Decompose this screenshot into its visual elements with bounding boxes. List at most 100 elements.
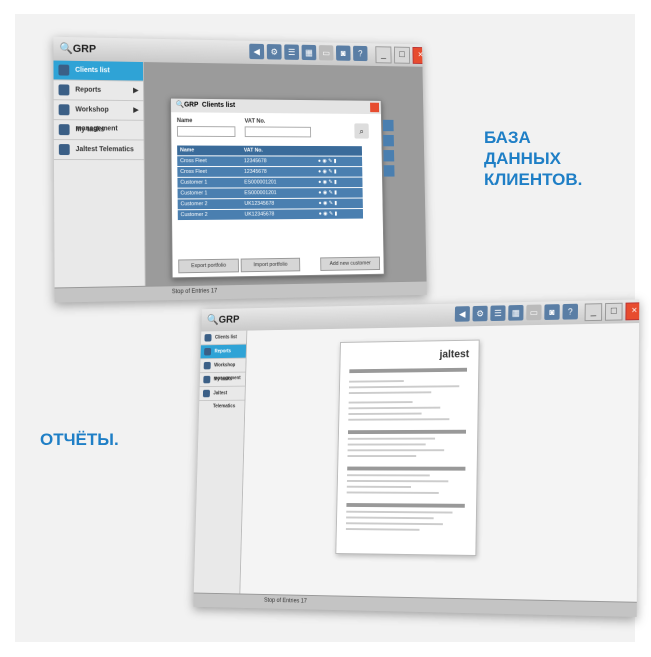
sidebar: Clients list Reports Workshop management… — [193, 330, 248, 595]
sidebar-item-reports[interactable]: Reports — [200, 344, 247, 360]
sidebar-item-reports[interactable]: Reports ▶ — [53, 80, 144, 102]
vat-field[interactable] — [244, 126, 312, 138]
report-line — [347, 443, 426, 446]
report-line — [347, 449, 445, 452]
caption-line: КЛИЕНТОВ. — [484, 170, 583, 189]
report-line — [347, 437, 436, 440]
sidebar-item-telematics[interactable]: Jaltest Telematics — [199, 386, 245, 409]
close-button[interactable]: × — [625, 302, 640, 321]
report-header-bar — [347, 466, 466, 471]
report-line — [348, 385, 460, 389]
report-line — [348, 412, 422, 415]
report-line — [346, 516, 434, 520]
report-line — [348, 401, 413, 404]
clients-list-screenshot: 🔍GRP ◀ ⚙ ☰ ▦ ▭ ◙ ? _ □ × Clients list Re… — [53, 36, 427, 303]
arrow-right-icon: ▶ — [133, 87, 139, 95]
row-actions-icon[interactable]: ● ◉ ✎ ▮ — [315, 208, 364, 219]
report-line — [345, 528, 420, 531]
app-logo: 🔍GRP — [206, 314, 240, 326]
report-header-bar — [346, 503, 465, 508]
report-line — [346, 485, 412, 488]
cell-name: Customer 2 — [177, 198, 242, 210]
column-header-name[interactable]: Name — [177, 145, 242, 156]
report-line — [346, 510, 453, 514]
list-icon[interactable]: ☰ — [490, 305, 506, 322]
window-controls: _ □ × — [584, 302, 640, 322]
window-controls: _ □ × — [375, 46, 427, 65]
help-icon[interactable]: ? — [562, 303, 579, 320]
cell-vat: 12345678 — [241, 155, 316, 167]
sidebar-item-my-tasks[interactable]: My tasks — [53, 120, 144, 141]
sidebar-item-my-tasks[interactable]: My tasks — [199, 372, 246, 388]
sidebar-item-label: Jaltest Telematics — [75, 146, 134, 154]
minimize-button[interactable]: _ — [584, 303, 603, 322]
report-brand: jaltest — [439, 348, 470, 361]
clients-db-caption: БАЗА ДАННЫХ КЛИЕНТОВ. — [484, 127, 582, 190]
clients-icon — [58, 64, 70, 76]
export-portfolio-button[interactable]: Export portfolio — [178, 258, 239, 274]
report-line — [348, 406, 441, 410]
search-icon[interactable]: ⌕ — [354, 123, 369, 139]
maximize-button[interactable]: □ — [604, 302, 623, 321]
table-row[interactable]: Cross Fleet 12345678 ● ◉ ✎ ▮ — [177, 155, 363, 167]
clients-table: Name VAT No. Cross Fleet 12345678 ● ◉ ✎ ▮ … — [177, 145, 364, 221]
speaker-icon[interactable]: ◀ — [454, 306, 470, 322]
add-customer-button[interactable]: Add new customer — [320, 256, 381, 271]
building-icon[interactable]: ▦ — [508, 304, 524, 321]
sidebar-item-clients-list[interactable]: Clients list — [200, 330, 247, 346]
sidebar-item-label: Clients list — [75, 66, 110, 75]
table-row[interactable]: Customer 1 ES000001201 ● ◉ ✎ ▮ — [177, 177, 363, 189]
table-row[interactable]: Cross Fleet 12345678 ● ◉ ✎ ▮ — [177, 166, 363, 178]
row-actions-icon[interactable]: ● ◉ ✎ ▮ — [315, 198, 363, 209]
caption-line: БАЗА — [484, 128, 531, 147]
building-icon[interactable]: ▦ — [301, 44, 317, 61]
camera-icon[interactable]: ◙ — [544, 304, 560, 321]
sidebar-item-label: Clients list — [214, 334, 237, 341]
import-portfolio-button[interactable]: Import portfolio — [240, 257, 301, 273]
row-actions-icon[interactable]: ● ◉ ✎ ▮ — [315, 177, 363, 188]
check-icon[interactable] — [382, 119, 394, 132]
clients-dialog: 🔍GRP Clients list Name VAT No. ⌕ Name VA… — [169, 97, 395, 279]
cell-vat: ES000001201 — [241, 187, 316, 199]
table-row[interactable]: Customer 2 UK12345678 ● ◉ ✎ ▮ — [177, 208, 364, 221]
gear-icon[interactable]: ⚙ — [266, 44, 282, 60]
toolbar: ◀ ⚙ ☰ ▦ ▭ ◙ ? — [249, 43, 368, 62]
dialog-title: 🔍GRP Clients list — [170, 98, 381, 115]
clients-icon — [204, 334, 212, 342]
dialog-close-button[interactable] — [370, 102, 380, 113]
row-actions-icon[interactable]: ● ◉ ✎ ▮ — [315, 187, 363, 199]
reports-screenshot: 🔍GRP ◀ ⚙ ☰ ▦ ▭ ◙ ? _ □ × Clients list Re… — [193, 299, 640, 617]
cell-vat: ES000001201 — [241, 177, 316, 188]
sidebar-item-telematics[interactable]: Jaltest Telematics — [53, 140, 144, 161]
help-icon[interactable]: ? — [353, 45, 368, 62]
vat-label: VAT No. — [244, 118, 266, 125]
report-line — [345, 522, 443, 526]
speaker-icon[interactable]: ◀ — [249, 43, 265, 60]
cell-name: Customer 1 — [177, 177, 242, 189]
printer-icon[interactable]: ▭ — [318, 45, 334, 61]
printer-icon[interactable]: ▭ — [526, 304, 542, 321]
list-icon[interactable]: ☰ — [284, 44, 300, 60]
cell-vat: 12345678 — [241, 166, 316, 178]
minimize-button[interactable]: _ — [375, 46, 392, 64]
cell-name: Customer 1 — [177, 187, 242, 199]
report-line — [348, 391, 432, 395]
workshop-icon — [203, 361, 211, 370]
building-icon[interactable] — [383, 134, 394, 147]
name-field[interactable] — [176, 125, 236, 137]
sidebar-item-workshop[interactable]: Workshop management ▶ — [53, 100, 144, 132]
camera-icon[interactable]: ◙ — [335, 45, 351, 61]
telematics-icon — [202, 389, 210, 398]
status-text: Stop of Entries 17 — [171, 288, 218, 296]
column-header-vat[interactable]: VAT No. — [240, 145, 316, 157]
row-actions-icon[interactable]: ● ◉ ✎ ▮ — [315, 156, 363, 167]
printer-icon[interactable] — [383, 150, 395, 162]
row-actions-icon[interactable]: ● ◉ ✎ ▮ — [315, 166, 363, 178]
sidebar-item-clients-list[interactable]: Clients list — [53, 60, 144, 82]
maximize-button[interactable]: □ — [393, 46, 411, 64]
sidebar-item-workshop[interactable]: Workshop management — [200, 358, 246, 381]
cell-vat: UK12345678 — [241, 208, 317, 220]
arrow-right-icon: ▶ — [133, 106, 139, 114]
document-icon[interactable] — [383, 165, 395, 177]
gear-icon[interactable]: ⚙ — [472, 305, 488, 322]
